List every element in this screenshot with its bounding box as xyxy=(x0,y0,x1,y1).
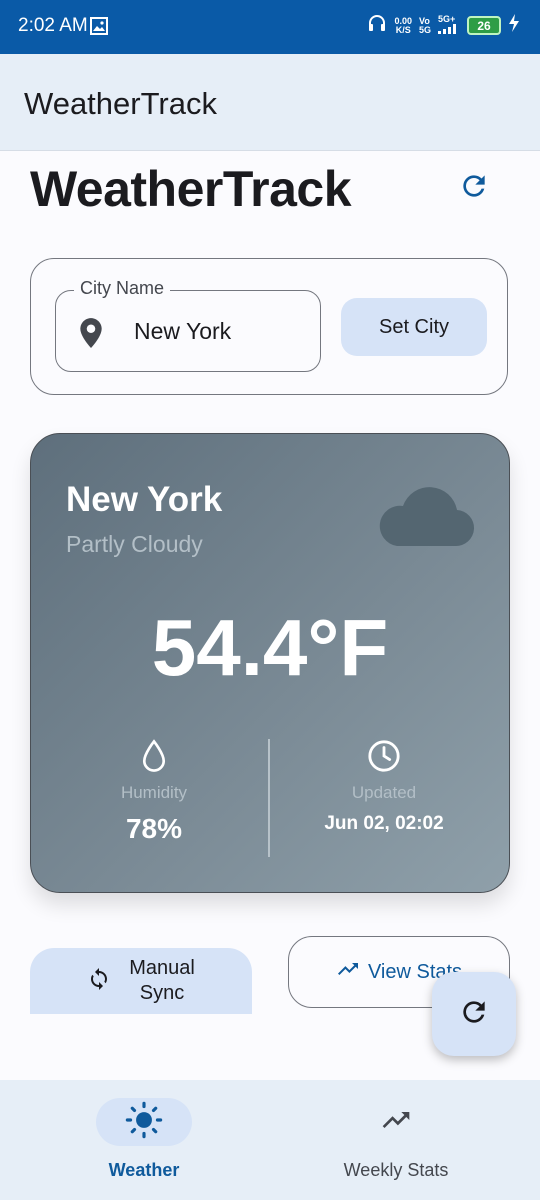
temperature: 54.4°F xyxy=(151,603,389,692)
refresh-fab[interactable] xyxy=(432,972,516,1056)
location-pin-icon xyxy=(78,317,104,354)
refresh-icon[interactable] xyxy=(458,170,490,202)
battery-indicator: 26 xyxy=(467,16,501,35)
water-drop-icon xyxy=(54,739,254,773)
top-app-bar: WeatherTrack xyxy=(0,54,540,151)
updated-label: Updated xyxy=(351,783,417,802)
network-speed: 0.00 K/S xyxy=(394,15,412,35)
sun-icon xyxy=(125,1101,163,1144)
humidity-label: Humidity xyxy=(120,783,188,802)
nav-weather-label: Weather xyxy=(108,1160,180,1180)
cloud-icon xyxy=(375,480,475,555)
signal-icon: 5G+ xyxy=(438,15,460,36)
humidity-stat: Humidity 78% xyxy=(54,739,254,845)
city-name-label: City Name xyxy=(74,278,171,299)
manual-sync-label: Manual Sync xyxy=(129,957,195,1004)
status-time: 2:02 AM xyxy=(18,15,88,36)
nav-weather-indicator xyxy=(96,1098,192,1146)
trending-up-icon xyxy=(336,957,360,987)
updated-stat: Updated Jun 02, 02:02 xyxy=(284,739,484,835)
volte-indicator: Vo 5G xyxy=(418,15,431,35)
city-card: City Name New York Set City xyxy=(30,258,508,395)
manual-sync-button[interactable]: Manual Sync xyxy=(30,948,252,1014)
charging-icon xyxy=(508,14,520,37)
app-bar-title: WeatherTrack xyxy=(24,86,217,121)
nav-weekly-stats-label: Weekly Stats xyxy=(343,1160,449,1180)
trending-up-icon xyxy=(380,1104,412,1141)
nav-weekly-stats-indicator xyxy=(348,1098,444,1146)
nav-item-weekly-stats[interactable]: Weekly Stats xyxy=(296,1098,496,1181)
city-name-input[interactable]: New York xyxy=(134,318,231,345)
city-name-field[interactable]: City Name New York xyxy=(55,278,321,372)
stats-divider xyxy=(268,739,270,857)
gallery-notification-icon xyxy=(90,17,108,40)
clock-icon xyxy=(284,739,484,773)
sync-icon xyxy=(87,967,111,996)
headphones-icon xyxy=(367,14,387,37)
status-bar: 2:02 AM 0.00 K/S Vo 5G 5G+ 26 xyxy=(0,0,540,54)
refresh-icon xyxy=(458,996,490,1033)
updated-value: Jun 02, 02:02 xyxy=(324,813,444,834)
set-city-button[interactable]: Set City xyxy=(341,298,487,356)
weather-condition: Partly Cloudy xyxy=(66,531,203,557)
weather-city: New York xyxy=(66,480,223,519)
humidity-value: 78% xyxy=(125,813,183,844)
nav-item-weather[interactable]: Weather xyxy=(44,1098,244,1181)
weather-card: New York Partly Cloudy 54.4°F Humidity 7… xyxy=(30,433,510,893)
page-title: WeatherTrack xyxy=(30,161,352,217)
bottom-navigation: Weather Weekly Stats xyxy=(0,1080,540,1200)
